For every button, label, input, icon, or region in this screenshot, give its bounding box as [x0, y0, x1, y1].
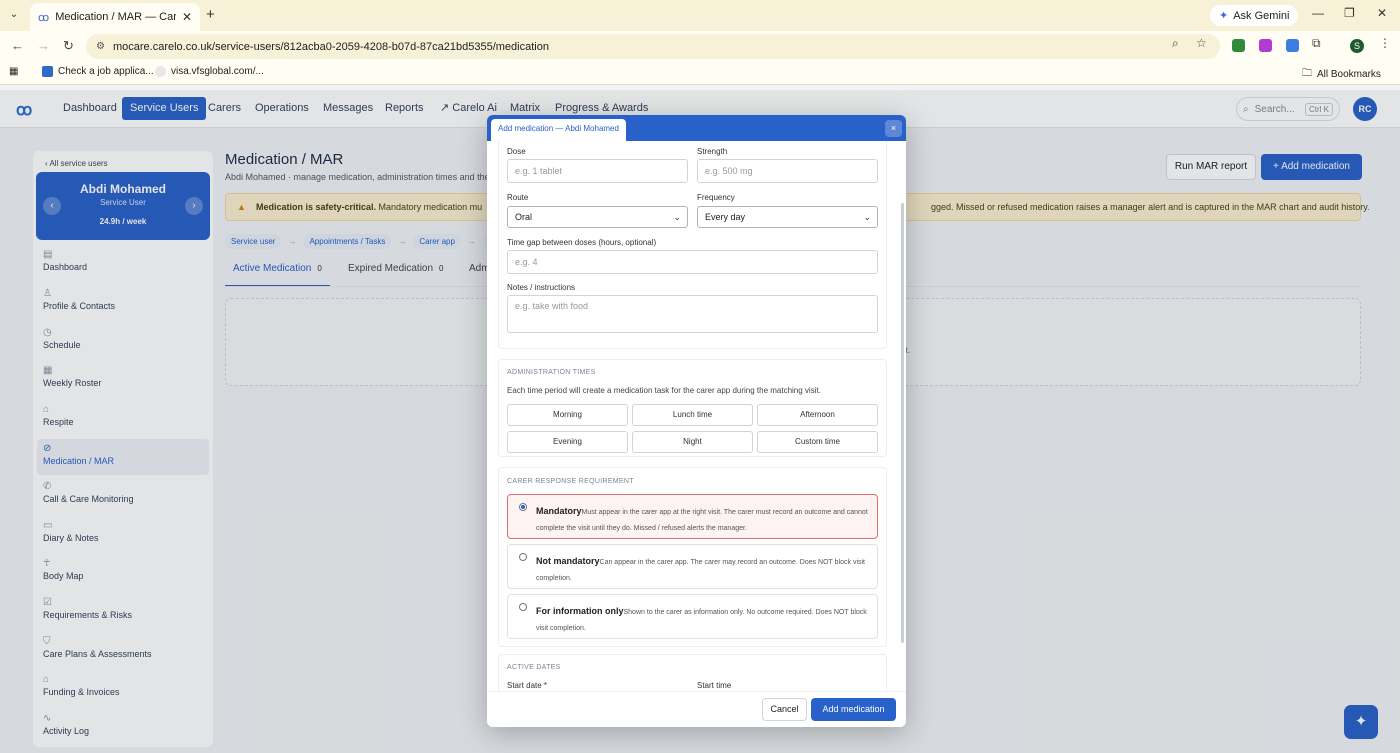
details-section: [498, 141, 887, 349]
minimize-icon[interactable]: —: [1312, 6, 1324, 20]
zoom-icon[interactable]: ⌕: [1172, 36, 1179, 51]
close-icon[interactable]: ×: [885, 120, 902, 137]
add-medication-modal: Add medication — Abdi Mohamed × Dose e.g…: [487, 115, 906, 727]
modal-title: Add medication — Abdi Mohamed: [491, 119, 626, 141]
active-dates-section: [498, 654, 887, 691]
url-text[interactable]: mocare.carelo.co.uk/service-users/812acb…: [113, 41, 549, 53]
radio-unselected[interactable]: [519, 553, 527, 561]
all-bookmarks[interactable]: 🗀 All Bookmarks: [1302, 66, 1381, 83]
active-dates-title: ACTIVE DATES: [507, 664, 561, 671]
modal-header: Add medication — Abdi Mohamed ×: [487, 115, 906, 141]
carelo-favicon-icon: ꝏ: [38, 11, 50, 24]
back-icon[interactable]: ←: [11, 38, 24, 53]
radio-unselected[interactable]: [519, 603, 527, 611]
start-date-label: Start date *: [507, 681, 548, 690]
time-lunch-button[interactable]: Lunch time: [632, 404, 753, 426]
gemini-sparkle-icon: ✦: [1219, 10, 1229, 22]
modal-scrollbar[interactable]: [901, 203, 904, 643]
bookmark-visa-label: visa.vfsglobal.com/...: [171, 66, 264, 77]
option-name: Not mandatory: [536, 556, 600, 566]
profile-avatar[interactable]: S: [1350, 39, 1364, 53]
browser-menu-icon[interactable]: ⋮: [1379, 36, 1391, 50]
bookmarks-bar: ▦ Check a job applica... visa.vfsglobal.…: [0, 61, 1400, 85]
download-extension-icon[interactable]: [1232, 39, 1245, 52]
job-favicon-icon: [42, 66, 53, 77]
site-info-icon[interactable]: ⚙: [96, 41, 105, 52]
option-text: MandatoryMust appear in the carer app at…: [536, 503, 871, 537]
administration-times-title: ADMINISTRATION TIMES: [507, 369, 596, 376]
administration-times-desc: Each time period will create a medicatio…: [507, 386, 821, 395]
cancel-button[interactable]: Cancel: [762, 698, 807, 721]
time-evening-button[interactable]: Evening: [507, 431, 628, 453]
browser-tab-title: Medication / MAR — Carelo: [55, 11, 176, 23]
restore-icon[interactable]: ❐: [1344, 6, 1355, 20]
start-time-label: Start time: [697, 681, 732, 690]
visa-favicon-icon: [155, 66, 166, 77]
apps-grid-icon[interactable]: ▦: [9, 66, 18, 77]
option-name: Mandatory: [536, 506, 582, 516]
time-custom-button[interactable]: Custom time: [757, 431, 878, 453]
bookmark-job[interactable]: Check a job applica...: [42, 66, 154, 77]
time-morning-button[interactable]: Morning: [507, 404, 628, 426]
option-not-mandatory[interactable]: Not mandatoryCan appear in the carer app…: [507, 544, 878, 589]
blue-extension-icon[interactable]: [1286, 39, 1299, 52]
close-tab-icon[interactable]: ✕: [182, 10, 192, 24]
carer-response-title: CARER RESPONSE REQUIREMENT: [507, 478, 634, 485]
bookmark-star-icon[interactable]: ☆: [1196, 36, 1207, 50]
browser-tabbar: ⌄ ꝏ Medication / MAR — Carelo ✕ + ✦ Ask …: [0, 0, 1400, 31]
all-bookmarks-label: All Bookmarks: [1317, 69, 1381, 80]
folder-icon: 🗀: [1302, 68, 1312, 79]
time-night-button[interactable]: Night: [632, 431, 753, 453]
ask-gemini-button[interactable]: ✦ Ask Gemini: [1210, 5, 1299, 26]
option-mandatory[interactable]: MandatoryMust appear in the carer app at…: [507, 494, 878, 539]
radio-selected[interactable]: [519, 503, 527, 511]
bookmark-visa[interactable]: visa.vfsglobal.com/...: [155, 66, 264, 77]
ask-gemini-label: Ask Gemini: [1233, 9, 1290, 22]
option-name: For information only: [536, 606, 624, 616]
modal-footer: Cancel Add medication: [487, 691, 906, 727]
option-text: For information onlyShown to the carer a…: [536, 603, 871, 637]
address-toolbar: ← → ↻ ⚙ mocare.carelo.co.uk/service-user…: [0, 31, 1400, 61]
extensions-puzzle-icon[interactable]: ⧉: [1312, 36, 1321, 51]
forward-icon[interactable]: →: [37, 38, 50, 53]
close-window-icon[interactable]: ✕: [1377, 6, 1387, 20]
omnibox[interactable]: ⚙ mocare.carelo.co.uk/service-users/812a…: [86, 34, 1220, 59]
reload-icon[interactable]: ↻: [63, 38, 74, 54]
option-text: Not mandatoryCan appear in the carer app…: [536, 553, 871, 587]
submit-add-medication-button[interactable]: Add medication: [811, 698, 896, 721]
modal-body[interactable]: Dose e.g. 1 tablet Strength e.g. 500 mg …: [487, 141, 906, 691]
new-tab-icon[interactable]: +: [206, 6, 215, 23]
option-desc: Must appear in the carer app at the righ…: [536, 509, 868, 532]
purple-extension-icon[interactable]: [1259, 39, 1272, 52]
time-afternoon-button[interactable]: Afternoon: [757, 404, 878, 426]
option-information-only[interactable]: For information onlyShown to the carer a…: [507, 594, 878, 639]
tab-search-dropdown-icon[interactable]: ⌄: [6, 7, 22, 23]
browser-tab[interactable]: ꝏ Medication / MAR — Carelo ✕: [30, 3, 200, 31]
bookmark-job-label: Check a job applica...: [58, 66, 154, 77]
